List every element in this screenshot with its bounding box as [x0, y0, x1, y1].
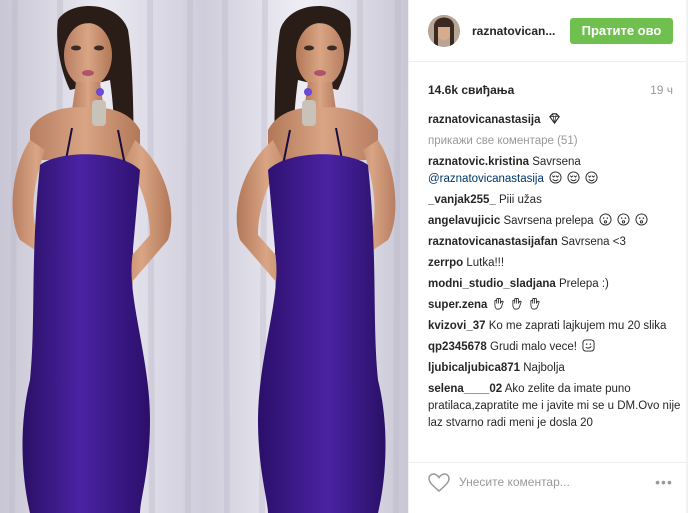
comment-footer: •••	[409, 462, 688, 513]
diamond-icon	[544, 113, 561, 126]
smirk-face-icon	[580, 339, 595, 353]
post-photo[interactable]	[0, 0, 408, 513]
comment-mention-link[interactable]: @raznatovicanastasija	[428, 173, 544, 185]
comment-input[interactable]	[459, 471, 649, 493]
comment-text: Savrsena prelepa	[503, 215, 594, 227]
photo-illustration	[0, 0, 408, 513]
likes-count[interactable]: 14.6k свиђања	[428, 83, 514, 97]
post-sidebar: raznatovican... Пратите ово 14.6k свиђањ…	[408, 0, 688, 513]
comment-username[interactable]: qp2345678	[428, 341, 487, 353]
comment-item: kvizovi_37 Ko me zaprati lajkujem mu 20 …	[428, 318, 683, 335]
comment-item: modni_studio_sladjana Prelepa :)	[428, 276, 683, 293]
post-timestamp[interactable]: 19 ч	[650, 83, 673, 97]
comment-username[interactable]: kvizovi_37	[428, 320, 486, 332]
heart-outline-icon[interactable]	[428, 473, 450, 493]
post-username[interactable]: raznatovican...	[472, 24, 562, 38]
comment-text: Grudi malo vece!	[490, 341, 577, 353]
comment-text: Najbolja	[523, 362, 565, 374]
comment-username[interactable]: zerrpo	[428, 257, 463, 269]
comment-username[interactable]: _vanjak255_	[428, 194, 496, 206]
comment-username[interactable]: selena____02	[428, 383, 502, 395]
follow-button[interactable]: Пратите ово	[570, 18, 673, 44]
comment-text: Savrsena <3	[560, 236, 626, 248]
comment-username[interactable]: super.zena	[428, 299, 487, 311]
comment-text: Ko me zaprati lajkujem mu 20 slika	[488, 320, 667, 332]
view-all-comments-link[interactable]: прикажи све коментаре (51)	[428, 133, 683, 150]
comment-item: raznatovicanastasijafan Savrsena <3	[428, 234, 683, 251]
comment-item: super.zena	[428, 297, 683, 314]
comment-text: Lutka!!!	[466, 257, 505, 269]
comments-list: raznatovicanastasija прикажи све комента…	[428, 112, 683, 455]
avatar[interactable]	[428, 15, 460, 47]
comment-item: ljubicaljubica871 Najbolja	[428, 360, 683, 377]
post-meta: 14.6k свиђања 19 ч	[409, 62, 688, 102]
comment-username[interactable]: raznatovicanastasijafan	[428, 236, 558, 248]
more-options-icon[interactable]: •••	[653, 475, 675, 489]
comment-item: selena____02 Ako zelite da imate puno pr…	[428, 381, 683, 432]
comment-item: angelavujicic Savrsena prelepa	[428, 213, 683, 230]
comment-text: Savrsena	[532, 156, 581, 168]
comment-item: _vanjak255_ Piii užas	[428, 192, 683, 209]
comment-item: qp2345678 Grudi malo vece!	[428, 339, 683, 356]
comment-username[interactable]: modni_studio_sladjana	[428, 278, 556, 290]
comment-username[interactable]: angelavujicic	[428, 215, 500, 227]
post-header: raznatovican... Пратите ово	[409, 0, 688, 62]
caption-username[interactable]: raznatovicanastasija	[428, 114, 541, 126]
comment-item: zerrpo Lutka!!!	[428, 255, 683, 272]
caption: raznatovicanastasija	[428, 112, 683, 129]
comment-item: raznatovic.kristina Savrsena @raznatovic…	[428, 154, 683, 188]
heart-eyes-icon	[547, 171, 599, 185]
comment-username[interactable]: raznatovic.kristina	[428, 156, 529, 168]
hand-icon	[491, 297, 542, 311]
kiss-face-icon	[597, 213, 648, 227]
comment-username[interactable]: ljubicaljubica871	[428, 362, 520, 374]
comment-text: Piii užas	[499, 194, 542, 206]
comment-text: Prelepa :)	[559, 278, 609, 290]
